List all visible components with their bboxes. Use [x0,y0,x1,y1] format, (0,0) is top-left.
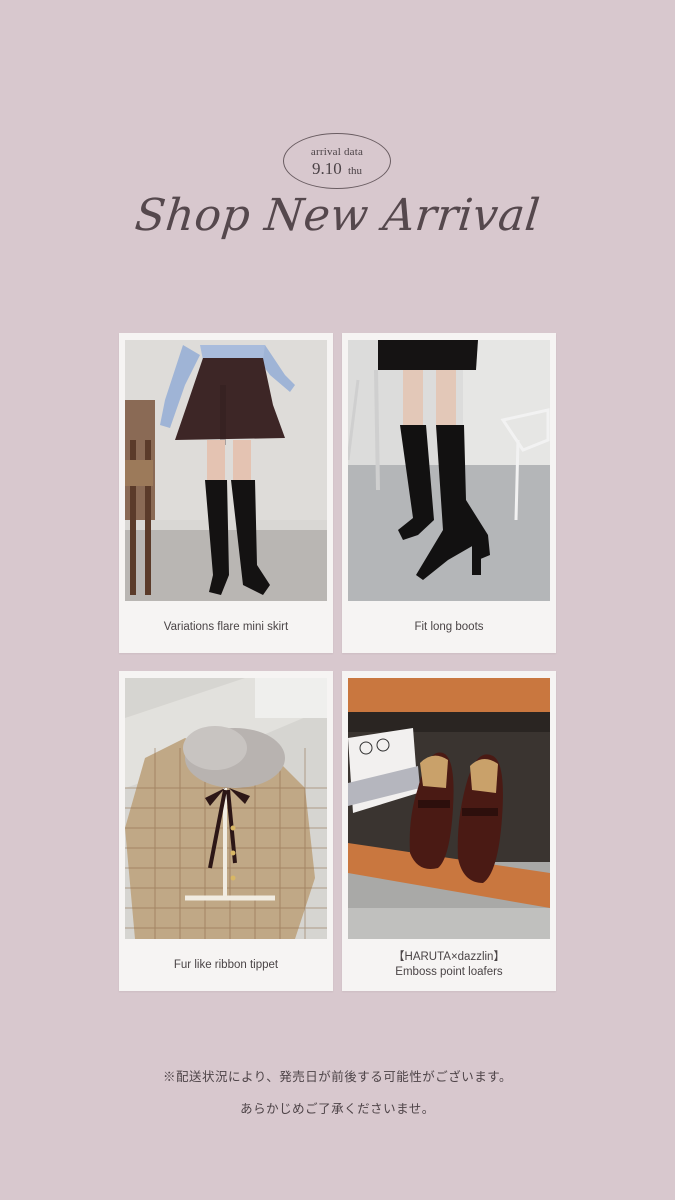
caption-line1: 【HARUTA×dazzlin】 [393,951,505,963]
arrival-date-badge: arrival data 9.10 thu [283,133,391,189]
product-caption-skirt: Variations flare mini skirt [123,601,329,653]
arrival-label: arrival data [310,146,364,158]
product-card-skirt[interactable]: Variations flare mini skirt [119,333,333,653]
caption-line1: Variations flare mini skirt [163,620,289,633]
product-card-loafers[interactable]: 【HARUTA×dazzlin】 Emboss point loafers [342,671,556,991]
product-caption-tippet: Fur like ribbon tippet [123,939,329,991]
product-caption-boots: Fit long boots [346,601,552,653]
product-photo-loafers [348,678,550,939]
product-card-boots[interactable]: Fit long boots [342,333,556,653]
caption-line1: Fur like ribbon tippet [173,958,279,971]
caption-line2: Emboss point loafers [395,966,503,978]
arrival-date: 9.10 thu [284,159,390,179]
page-title: Shop New Arrival [132,190,543,241]
delivery-note: ※配送状況により、発売日が前後する可能性がございます。 [162,1070,512,1084]
product-caption-loafers: 【HARUTA×dazzlin】 Emboss point loafers [346,939,552,991]
product-photo-tippet [125,678,327,939]
arrival-weekday: thu [347,165,363,177]
caption-line1: Fit long boots [414,620,484,633]
product-card-tippet[interactable]: Fur like ribbon tippet [119,671,333,991]
arrival-date-number: 9.10 [311,159,342,178]
product-photo-skirt [125,340,327,601]
product-photo-boots [348,340,550,601]
delivery-note-thanks: あらかじめご了承くださいませ。 [240,1102,435,1116]
